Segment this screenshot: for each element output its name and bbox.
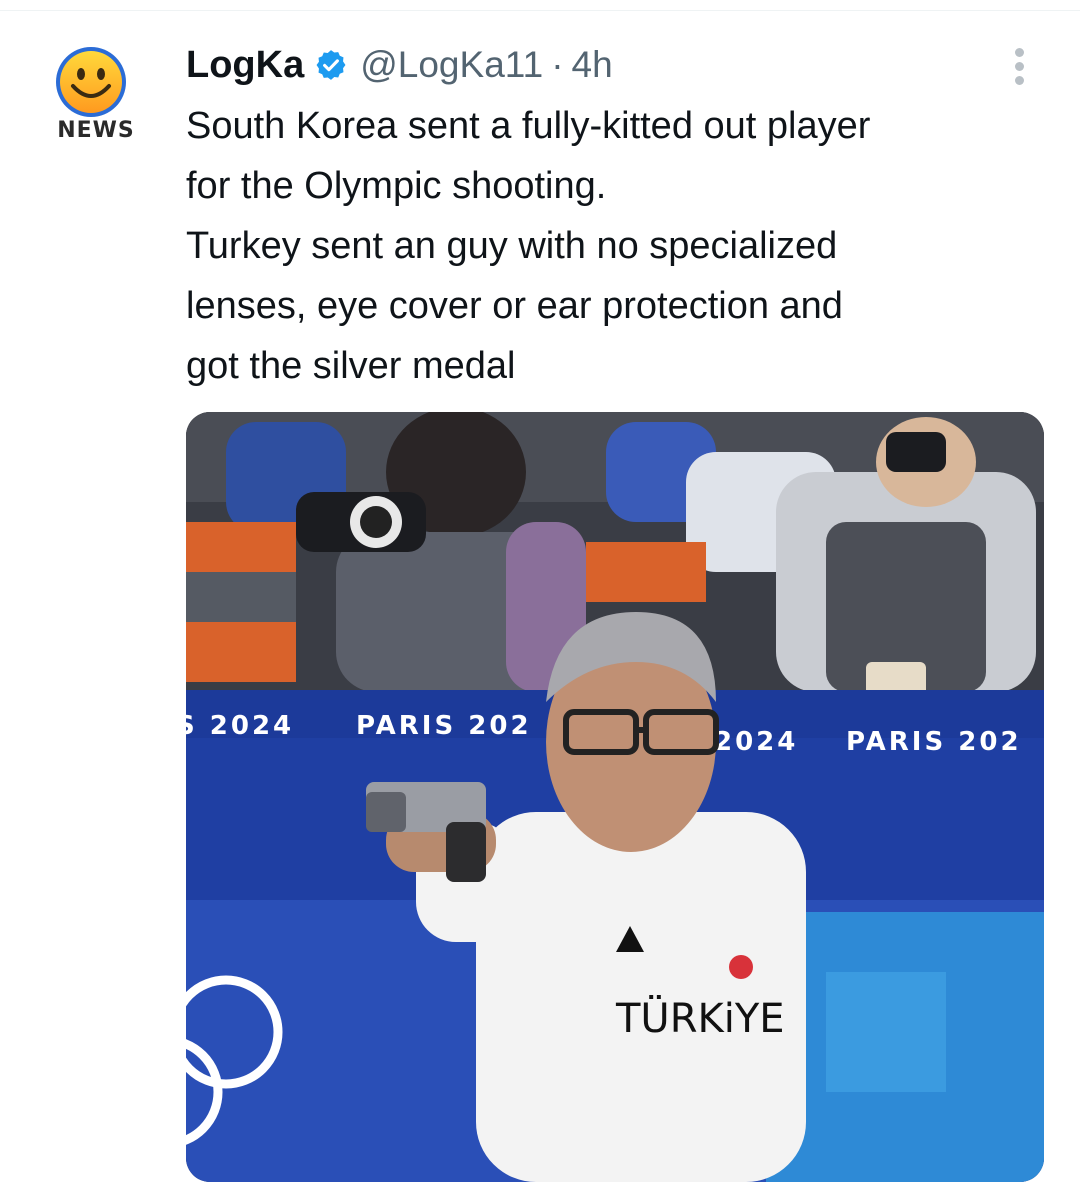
more-options-button[interactable] (1000, 40, 1040, 90)
tweet-text-line: for the Olympic shooting. (186, 165, 607, 207)
avatar[interactable]: NEWS (44, 44, 148, 148)
tweet-text: South Korea sent a fully-kitted out play… (186, 96, 1056, 396)
banner-text: PARIS 202 (356, 711, 532, 741)
separator-dot: · (551, 44, 564, 85)
photo-illustration: S 2024 PARIS 202 2024 PARIS 202 TÜRKiYE (186, 412, 1044, 1182)
avatar-label: NEWS (57, 118, 135, 143)
banner-text: PARIS 202 (846, 727, 1022, 757)
tweet-header: LogKa @LogKa11 · 4h (186, 40, 613, 90)
verified-badge-icon (316, 50, 346, 80)
shirt-text: TÜRKiYE (615, 994, 785, 1042)
banner-text: 2024 (714, 727, 798, 757)
banner-text: S 2024 (186, 711, 294, 741)
more-vertical-icon (1015, 48, 1024, 57)
tweet[interactable]: NEWS LogKa @LogKa11 · 4h South Korea sen… (0, 0, 1080, 1182)
more-vertical-icon-dot (1015, 76, 1024, 85)
display-name[interactable]: LogKa (186, 44, 304, 87)
handle[interactable]: @LogKa11 (360, 44, 543, 86)
tweet-text-line: South Korea sent a fully-kitted out play… (186, 105, 871, 147)
tweet-text-line: Turkey sent an guy with no specialized (186, 225, 838, 267)
tweet-text-line: lenses, eye cover or ear protection and (186, 285, 843, 327)
smiley-face-icon (56, 47, 126, 117)
more-vertical-icon-dot (1015, 62, 1024, 71)
timestamp[interactable]: 4h (572, 44, 613, 86)
tweet-photo[interactable]: S 2024 PARIS 202 2024 PARIS 202 TÜRKiYE (186, 412, 1044, 1182)
tweet-text-line: got the silver medal (186, 345, 516, 387)
